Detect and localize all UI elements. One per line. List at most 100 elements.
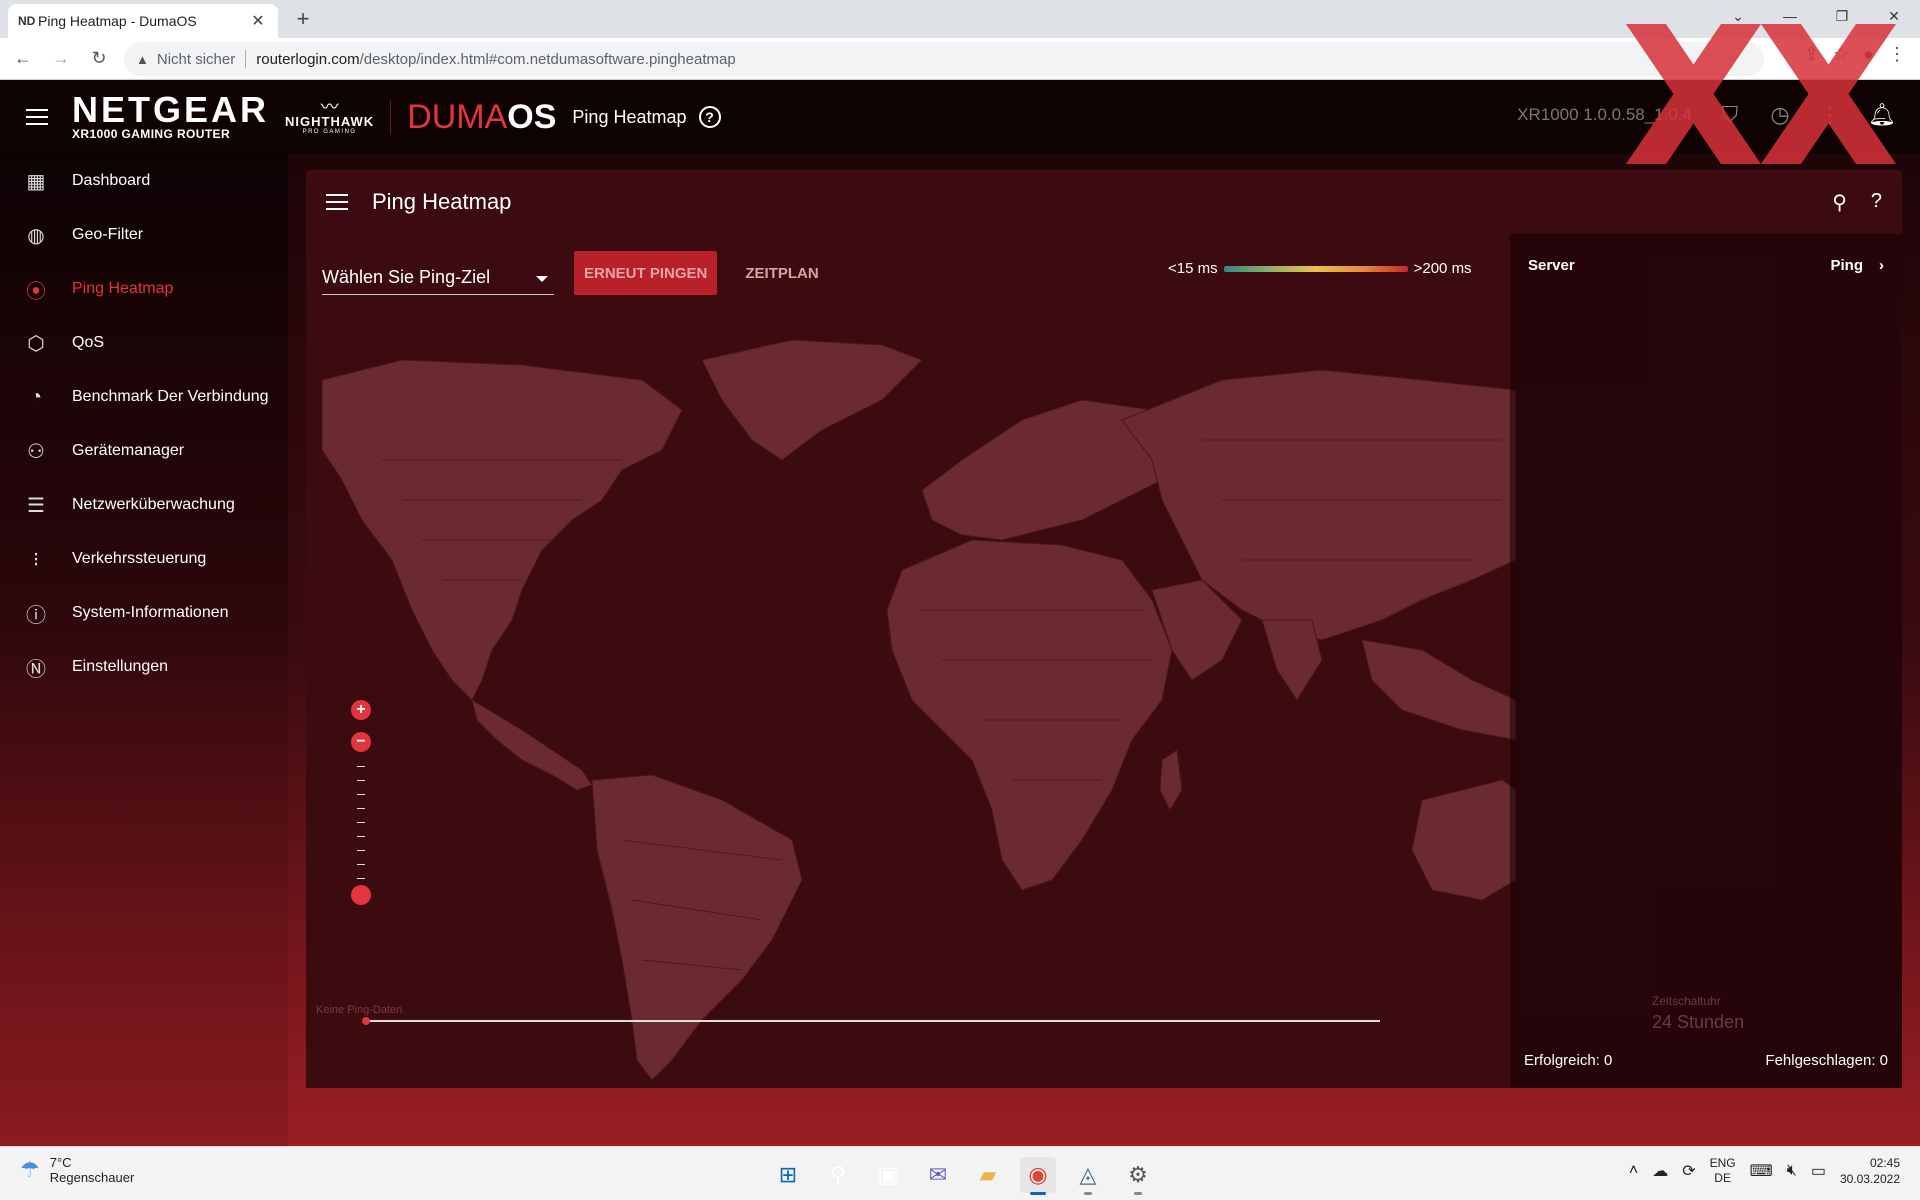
timeline-handle[interactable]: [362, 1017, 370, 1025]
zoom-scale: [357, 766, 365, 879]
legend-gradient: [1223, 265, 1408, 272]
ping-stats: Erfolgreich: 0 Fehlgeschlagen: 0: [1524, 1052, 1888, 1069]
taskbar-apps: ⊞ ⚲ ▣ ✉ ▰ ◉ ◬ ⚙: [770, 1157, 1156, 1195]
back-icon[interactable]: ←: [8, 44, 38, 74]
task-view-icon[interactable]: ▣: [870, 1157, 906, 1193]
network-icon[interactable]: ⌨: [1750, 1161, 1773, 1181]
weather-widget[interactable]: ☂ 7°C Regenschauer: [20, 1155, 134, 1185]
reload-icon[interactable]: ↻: [84, 44, 114, 74]
network-monitor-icon: ☰: [27, 494, 45, 517]
server-list-panel: Server Ping › Zeitschaltuhr 24 Stunden E…: [1510, 234, 1902, 1088]
schedule-value: 24 Stunden: [1652, 1012, 1745, 1032]
lang-line-1: ENG: [1709, 1156, 1736, 1170]
os-text: OS: [507, 97, 557, 136]
browser-tab[interactable]: ND Ping Heatmap - DumaOS ✕: [8, 4, 278, 38]
map-australia: [1411, 779, 1517, 901]
settings-icon: Ⓝ: [26, 658, 46, 681]
sidebar-item-traffic-control[interactable]: ⁝ Verkehrssteuerung: [0, 532, 288, 586]
weather-desc: Regenschauer: [49, 1170, 135, 1185]
address-bar[interactable]: ▲ Nicht sicher routerlogin.com/desktop/i…: [124, 42, 1764, 76]
ping-column-header[interactable]: Ping: [1831, 257, 1864, 274]
tray-chevron-icon[interactable]: ˄: [1629, 1162, 1638, 1180]
help-icon[interactable]: ?: [698, 106, 721, 128]
sidebar-item-label: Einstellungen: [72, 658, 169, 675]
sync-icon[interactable]: ⟳: [1682, 1161, 1695, 1181]
settings-gear-icon[interactable]: ⚙: [1120, 1157, 1156, 1195]
sidebar-item-system-info[interactable]: ⓘ System-Informationen: [0, 586, 288, 640]
zoom-out-button[interactable]: −: [351, 732, 371, 752]
map-india: [1261, 619, 1323, 701]
close-tab-icon[interactable]: ✕: [248, 11, 268, 31]
sidebar-item-ping-heatmap[interactable]: ⦿ Ping Heatmap: [0, 262, 288, 316]
search-icon[interactable]: ⚲: [820, 1157, 856, 1193]
ping-legend: <15 ms >200 ms: [1168, 260, 1472, 277]
ping-target-placeholder: Wählen Sie Ping-Ziel: [322, 267, 491, 287]
new-tab-button[interactable]: +: [290, 6, 316, 32]
success-count: Erfolgreich: 0: [1524, 1052, 1613, 1069]
sidebar-item-label: Dashboard: [72, 172, 151, 189]
dashboard-icon: ▦: [26, 170, 46, 193]
explorer-icon[interactable]: ▰: [970, 1157, 1006, 1193]
zoom-in-button[interactable]: +: [351, 700, 371, 720]
forward-icon[interactable]: →: [46, 44, 76, 74]
sidebar-item-dashboard[interactable]: ▦ Dashboard: [0, 154, 288, 208]
map-greenland: [701, 339, 923, 461]
server-column-header[interactable]: Server: [1528, 257, 1575, 274]
sidebar-item-label: Geo-Filter: [72, 226, 144, 243]
panel-menu-icon[interactable]: [326, 194, 348, 210]
zoom-control: + −: [350, 700, 372, 905]
legend-min: <15 ms: [1168, 260, 1218, 277]
schedule-select[interactable]: Zeitschaltuhr 24 Stunden: [1652, 994, 1744, 1033]
sidebar-item-settings[interactable]: Ⓝ Einstellungen: [0, 640, 288, 694]
router-model: XR1000 GAMING ROUTER: [72, 127, 231, 141]
chrome-icon[interactable]: ◉: [1020, 1157, 1056, 1195]
ping-controls: Wählen Sie Ping-Ziel ERNEUT PINGEN ZEITP…: [322, 248, 829, 298]
sidebar-item-network-monitor[interactable]: ☰ Netzwerküberwachung: [0, 478, 288, 532]
sidebar-item-benchmark[interactable]: ◔ Benchmark Der Verbindung: [0, 370, 288, 424]
nighthawk-bird-icon: 〰: [320, 96, 339, 117]
onedrive-icon[interactable]: ☁: [1652, 1161, 1668, 1181]
main-menu-icon[interactable]: [26, 109, 48, 125]
ping-column: Ping ›: [1831, 257, 1885, 274]
timeline-track[interactable]: [368, 1020, 1380, 1022]
zoom-slider-handle[interactable]: [351, 885, 371, 905]
sidebar-item-qos[interactable]: ⬡ QoS: [0, 316, 288, 370]
timeline-label: Keine Ping-Daten: [316, 1004, 403, 1016]
chat-icon[interactable]: ✉: [920, 1157, 956, 1193]
sidebar-item-device-manager[interactable]: ⚇ Gerätemanager: [0, 424, 288, 478]
schedule-button[interactable]: ZEITPLAN: [735, 251, 828, 295]
qos-icon: ⬡: [27, 332, 45, 355]
chevron-right-icon[interactable]: ›: [1879, 257, 1884, 274]
weather-icon: ☂: [20, 1157, 40, 1182]
world-map[interactable]: [321, 320, 1517, 1081]
resource-monitor-icon[interactable]: ◬: [1070, 1157, 1106, 1195]
watermark-logo: [1626, 24, 1896, 164]
map-north-america: [321, 359, 683, 701]
ping-target-select[interactable]: Wählen Sie Ping-Ziel: [322, 251, 554, 295]
sidebar-item-label: QoS: [72, 334, 105, 351]
clock[interactable]: 02:45 30.03.2022: [1840, 1155, 1900, 1187]
repin-button[interactable]: ERNEUT PINGEN: [574, 251, 718, 295]
lang-line-2: DE: [1714, 1171, 1731, 1185]
map-central-america: [471, 698, 593, 791]
map-south-america: [591, 774, 803, 1081]
battery-icon[interactable]: ▭: [1811, 1161, 1826, 1181]
duma-text: DUMA: [407, 97, 508, 136]
sidebar-item-geo-filter[interactable]: ◍ Geo-Filter: [0, 208, 288, 262]
url-path: /desktop/index.html#com.netdumasoftware.…: [359, 50, 736, 68]
failed-count: Fehlgeschlagen: 0: [1765, 1052, 1888, 1069]
sidebar: ▦ Dashboard ◍ Geo-Filter ⦿ Ping Heatmap …: [0, 154, 288, 1146]
map-africa: [886, 539, 1173, 891]
sidebar-item-label: Netzwerküberwachung: [72, 496, 235, 513]
start-icon[interactable]: ⊞: [770, 1157, 806, 1193]
timeline: Keine Ping-Daten: [316, 1004, 1384, 1026]
tab-title: Ping Heatmap - DumaOS: [38, 13, 197, 29]
sidebar-item-label: System-Informationen: [72, 604, 229, 621]
netgear-logo: NETGEAR XR1000 GAMING ROUTER: [72, 92, 269, 142]
language-indicator[interactable]: ENG DE: [1710, 1156, 1736, 1186]
sidebar-item-label: Gerätemanager: [72, 442, 185, 459]
sidebar-item-label: Ping Heatmap: [72, 280, 174, 297]
sidebar-item-label: Verkehrssteuerung: [72, 550, 207, 567]
dropdown-caret-icon: [536, 276, 548, 282]
volume-muted-icon[interactable]: 🔇︎: [1787, 1162, 1797, 1180]
